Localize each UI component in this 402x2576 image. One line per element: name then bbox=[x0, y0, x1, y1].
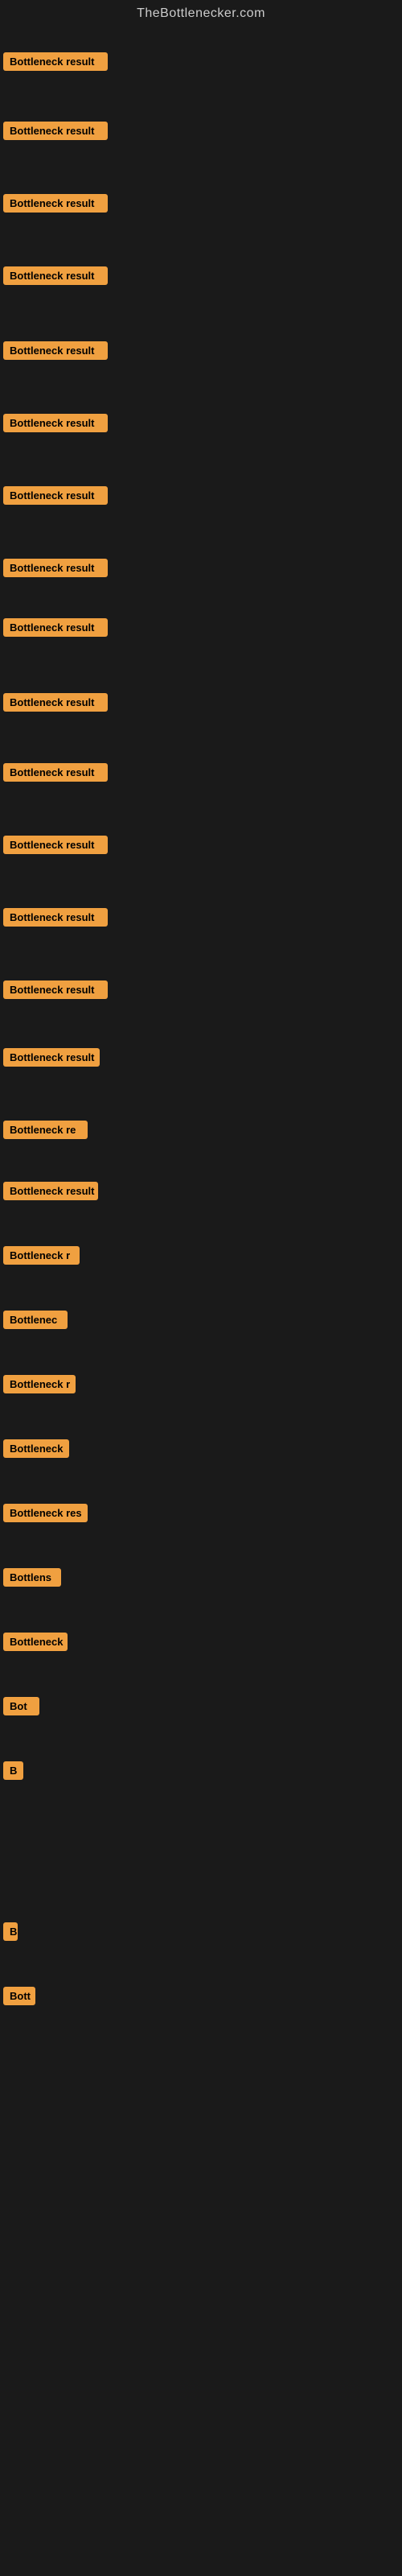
list-item: Bottleneck re bbox=[3, 1121, 88, 1143]
bottleneck-badge[interactable]: Bottleneck result bbox=[3, 341, 108, 360]
list-item: Bottleneck result bbox=[3, 836, 108, 858]
items-container: Bottleneck result Bottleneck result Bottle… bbox=[0, 31, 402, 2566]
bottleneck-badge[interactable]: Bottleneck result bbox=[3, 980, 108, 999]
bottleneck-badge[interactable]: Bottleneck result bbox=[3, 618, 108, 637]
bottleneck-badge[interactable]: Bottleneck res bbox=[3, 1504, 88, 1522]
bottleneck-badge[interactable]: B bbox=[3, 1761, 23, 1780]
bottleneck-badge[interactable]: Bottleneck bbox=[3, 1439, 69, 1458]
site-title: TheBottlenecker.com bbox=[0, 0, 402, 31]
bottleneck-badge[interactable]: Bottleneck result bbox=[3, 52, 108, 71]
list-item: Bottleneck res bbox=[3, 1504, 88, 1526]
bottleneck-badge[interactable]: Bottleneck result bbox=[3, 836, 108, 854]
bottleneck-badge[interactable]: Bottleneck result bbox=[3, 763, 108, 782]
bottleneck-badge[interactable]: Bottleneck result bbox=[3, 414, 108, 432]
bottleneck-badge[interactable]: Bottleneck result bbox=[3, 908, 108, 927]
list-item: Bottleneck result bbox=[3, 693, 108, 716]
list-item: Bottleneck result bbox=[3, 980, 108, 1003]
bottleneck-badge[interactable]: Bottleneck result bbox=[3, 194, 108, 213]
list-item: Bottleneck result bbox=[3, 266, 108, 289]
list-item: B bbox=[3, 1922, 18, 1945]
bottleneck-badge[interactable]: Bottleneck result bbox=[3, 559, 108, 577]
bottleneck-badge[interactable]: Bottleneck result bbox=[3, 1048, 100, 1067]
list-item: Bottleneck result bbox=[3, 52, 108, 75]
list-item: Bottleneck r bbox=[3, 1246, 80, 1269]
bottleneck-badge[interactable]: Bottleneck re bbox=[3, 1121, 88, 1139]
list-item: Bottleneck result bbox=[3, 122, 108, 144]
bottleneck-badge[interactable]: Bottleneck result bbox=[3, 1182, 98, 1200]
list-item: Bottleneck result bbox=[3, 763, 108, 786]
list-item: Bottleneck result bbox=[3, 414, 108, 436]
list-item: Bottleneck result bbox=[3, 341, 108, 364]
list-item: Bottleneck result bbox=[3, 908, 108, 931]
bottleneck-badge[interactable]: Bott bbox=[3, 1987, 35, 2005]
list-item: Bottleneck result bbox=[3, 486, 108, 509]
list-item: B bbox=[3, 1761, 23, 1784]
list-item: Bott bbox=[3, 1987, 35, 2009]
bottleneck-badge[interactable]: Bottleneck r bbox=[3, 1375, 76, 1393]
list-item: Bottleneck result bbox=[3, 618, 108, 641]
bottleneck-badge[interactable]: Bottlens bbox=[3, 1568, 61, 1587]
bottleneck-badge[interactable]: Bottleneck result bbox=[3, 486, 108, 505]
list-item: Bottleneck result bbox=[3, 194, 108, 217]
bottleneck-badge[interactable]: Bottleneck result bbox=[3, 122, 108, 140]
list-item: Bottleneck bbox=[3, 1439, 69, 1462]
bottleneck-badge[interactable]: Bottlenec bbox=[3, 1311, 68, 1329]
list-item: Bottleneck result bbox=[3, 1182, 98, 1204]
bottleneck-badge[interactable]: Bottleneck result bbox=[3, 266, 108, 285]
list-item: Bottleneck r bbox=[3, 1375, 76, 1397]
list-item: Bottleneck bbox=[3, 1633, 68, 1655]
list-item: Bottleneck result bbox=[3, 559, 108, 581]
bottleneck-badge[interactable]: Bottleneck result bbox=[3, 693, 108, 712]
bottleneck-badge[interactable]: Bot bbox=[3, 1697, 39, 1715]
list-item: Bottleneck result bbox=[3, 1048, 100, 1071]
bottleneck-badge[interactable]: B bbox=[3, 1922, 18, 1941]
list-item: Bottlenec bbox=[3, 1311, 68, 1333]
bottleneck-badge[interactable]: Bottleneck r bbox=[3, 1246, 80, 1265]
list-item: Bot bbox=[3, 1697, 39, 1719]
bottleneck-badge[interactable]: Bottleneck bbox=[3, 1633, 68, 1651]
list-item: Bottlens bbox=[3, 1568, 61, 1591]
